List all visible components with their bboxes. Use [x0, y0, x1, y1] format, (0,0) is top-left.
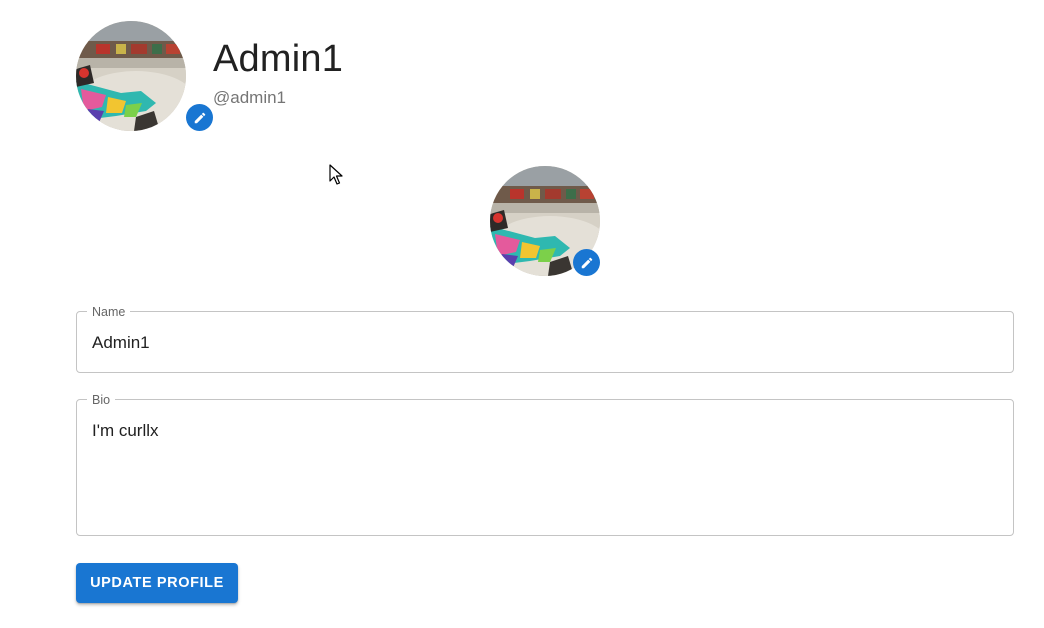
name-input[interactable]: [92, 332, 998, 354]
mouse-cursor-icon: [329, 164, 343, 185]
profile-page: Admin1 @admin1 Name Admin1 Bio I'm curll…: [0, 0, 1044, 628]
pencil-icon: [581, 257, 592, 268]
update-profile-button[interactable]: UPDATE PROFILE: [76, 563, 238, 603]
display-name: Admin1: [213, 38, 344, 80]
bio-textarea[interactable]: I'm curllx: [92, 420, 998, 520]
username-handle: @admin1: [213, 88, 287, 107]
bio-field: Bio I'm curllx: [76, 392, 1014, 536]
name-field-label: Name: [87, 304, 131, 320]
edit-avatar-button[interactable]: [186, 104, 213, 131]
pencil-icon: [194, 112, 205, 123]
form-avatar-container: [490, 166, 600, 276]
avatar-image: [76, 21, 186, 131]
edit-avatar-button[interactable]: [573, 249, 600, 276]
name-field: Name: [76, 304, 1014, 373]
header-avatar-container: [76, 21, 213, 131]
bio-field-label: Bio: [87, 392, 116, 408]
avatar: [76, 21, 186, 131]
